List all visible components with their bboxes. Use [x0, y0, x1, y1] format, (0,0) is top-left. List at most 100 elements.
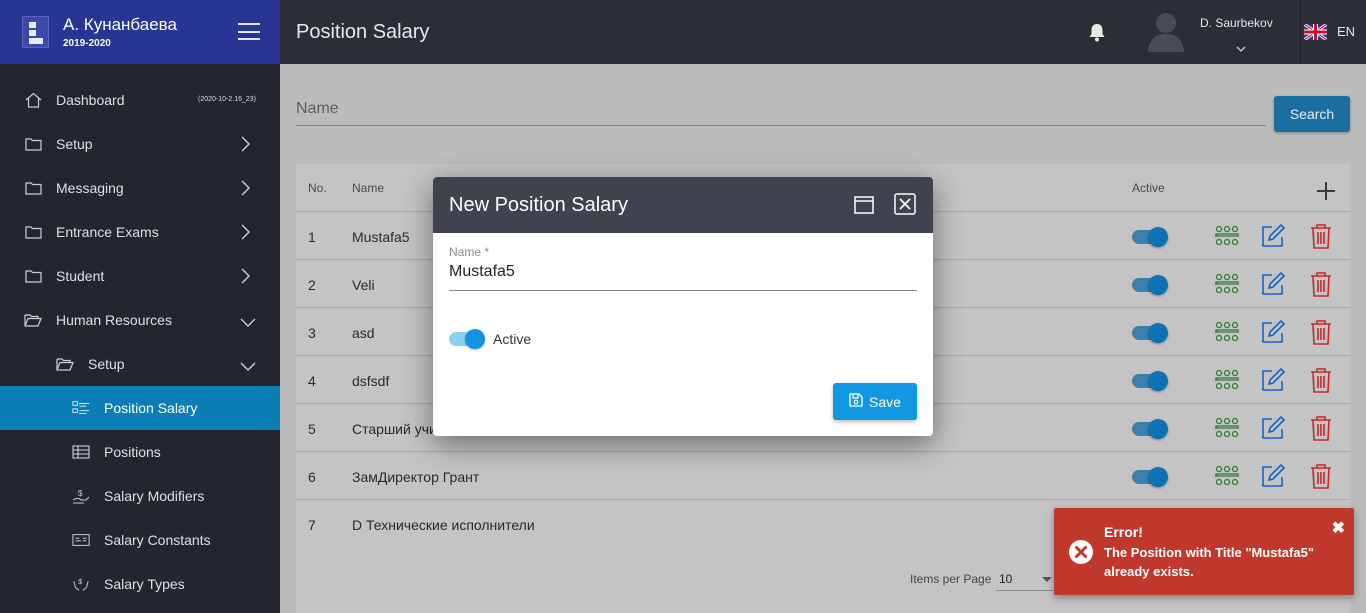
uk-flag-icon[interactable]	[1303, 22, 1328, 42]
sidebar-item-entrance-exams[interactable]: Entrance Exams	[0, 210, 280, 254]
delete-icon[interactable]	[1310, 367, 1332, 396]
sidebar-item-hr-setup[interactable]: Setup	[0, 342, 280, 386]
row-number: 2	[308, 277, 316, 293]
sidebar-item-human-resources[interactable]: Human Resources	[0, 298, 280, 342]
active-toggle[interactable]	[449, 329, 485, 349]
search-field[interactable]	[296, 94, 1266, 126]
divider	[1300, 0, 1301, 64]
row-number: 4	[308, 373, 316, 389]
people-icon[interactable]	[1214, 271, 1240, 298]
error-toast: Error! The Position with Title "Mustafa5…	[1054, 508, 1354, 595]
hands-icon: $	[72, 576, 90, 592]
active-toggle[interactable]	[1132, 323, 1168, 343]
active-toggle[interactable]	[1132, 419, 1168, 439]
bell-icon[interactable]	[1088, 22, 1106, 47]
sidebar-item-label: Student	[56, 268, 105, 284]
row-name: asd	[352, 325, 375, 341]
people-icon[interactable]	[1214, 415, 1240, 442]
active-toggle[interactable]	[1132, 371, 1168, 391]
sidebar-item-label: Entrance Exams	[56, 224, 159, 240]
search-button[interactable]: Search	[1274, 96, 1350, 132]
sidebar-item-label: Messaging	[56, 180, 124, 196]
sidebar: А. Кунанбаева 2019-2020 Dashboard (2020-…	[0, 0, 280, 613]
menu-toggle-icon[interactable]	[238, 23, 260, 40]
folder-open-icon	[56, 356, 74, 372]
chevron-down-icon	[240, 358, 256, 374]
active-toggle[interactable]	[1132, 467, 1168, 487]
delete-icon[interactable]	[1310, 319, 1332, 348]
search-input[interactable]	[296, 94, 1266, 124]
row-number: 1	[308, 229, 316, 245]
folder-icon	[24, 180, 42, 196]
delete-icon[interactable]	[1310, 223, 1332, 252]
dialog-title: New Position Salary	[449, 194, 628, 216]
logo-icon	[22, 16, 49, 48]
edit-icon[interactable]	[1260, 223, 1286, 252]
column-header-name[interactable]: Name	[352, 181, 384, 195]
delete-icon[interactable]	[1310, 463, 1332, 492]
sidebar-item-label: Position Salary	[104, 400, 198, 416]
active-toggle[interactable]	[1132, 227, 1168, 247]
row-name: dsfsdf	[352, 373, 390, 389]
sidebar-item-messaging[interactable]: Messaging	[0, 166, 280, 210]
folder-icon	[24, 268, 42, 284]
edit-icon[interactable]	[1260, 463, 1286, 492]
close-icon[interactable]	[894, 193, 916, 220]
table-row: 6 ЗамДиректор Грант	[296, 452, 1350, 500]
list-icon	[72, 400, 90, 416]
name-field[interactable]: Name * Mustafa5	[449, 245, 917, 291]
column-header-active: Active	[1132, 181, 1165, 195]
edit-icon[interactable]	[1260, 367, 1286, 396]
language-selector[interactable]: EN	[1337, 24, 1355, 39]
delete-icon[interactable]	[1310, 271, 1332, 300]
people-icon[interactable]	[1214, 463, 1240, 490]
sidebar-item-salary-constants[interactable]: Salary Constants	[0, 518, 280, 562]
sidebar-item-label: Salary Types	[104, 576, 185, 592]
dialog-header: New Position Salary	[433, 177, 933, 233]
sidebar-item-salary-modifiers[interactable]: $ Salary Modifiers	[0, 474, 280, 518]
caret-down-icon	[1042, 577, 1052, 582]
chevron-down-icon[interactable]	[1236, 40, 1246, 58]
toast-message: The Position with Title "Mustafa5" alrea…	[1104, 545, 1314, 579]
sidebar-item-salary-types[interactable]: $ Salary Types	[0, 562, 280, 606]
sidebar-item-setup[interactable]: Setup	[0, 122, 280, 166]
svg-text:$: $	[78, 577, 82, 586]
items-per-page-select[interactable]: 10	[996, 569, 1056, 591]
edit-icon[interactable]	[1260, 319, 1286, 348]
username[interactable]: D. Saurbekov	[1200, 16, 1273, 30]
row-name: Mustafa5	[352, 229, 410, 245]
people-icon[interactable]	[1214, 319, 1240, 346]
folder-open-icon	[24, 312, 42, 328]
sidebar-item-position-salary[interactable]: Position Salary	[0, 386, 280, 430]
add-icon[interactable]	[1316, 181, 1336, 204]
name-field-value[interactable]: Mustafa5	[449, 263, 917, 281]
name-field-label: Name *	[449, 245, 490, 259]
home-icon	[24, 92, 42, 108]
people-icon[interactable]	[1214, 223, 1240, 250]
edit-icon[interactable]	[1260, 271, 1286, 300]
sidebar-item-dashboard[interactable]: Dashboard (2020-10-2.16_23)	[0, 78, 280, 122]
row-name: D Технические исполнители	[352, 517, 535, 533]
chevron-down-icon	[240, 314, 256, 330]
row-number: 3	[308, 325, 316, 341]
sidebar-item-label: Salary Modifiers	[104, 488, 205, 504]
row-number: 5	[308, 421, 316, 437]
sidebar-item-student[interactable]: Student	[0, 254, 280, 298]
people-icon[interactable]	[1214, 367, 1240, 394]
items-per-page-value: 10	[999, 572, 1013, 586]
maximize-icon[interactable]	[854, 196, 874, 219]
delete-icon[interactable]	[1310, 415, 1332, 444]
edit-icon[interactable]	[1260, 415, 1286, 444]
toast-close-button[interactable]: ✖	[1332, 518, 1345, 538]
active-toggle[interactable]	[1132, 275, 1168, 295]
chevron-right-icon	[240, 224, 250, 243]
table-icon	[72, 444, 90, 460]
row-number: 7	[308, 517, 316, 533]
avatar[interactable]	[1146, 10, 1186, 52]
save-button[interactable]: Save	[833, 383, 917, 420]
sidebar-item-label: Salary Constants	[104, 532, 211, 548]
sidebar-item-positions[interactable]: Positions	[0, 430, 280, 474]
chevron-right-icon	[240, 268, 250, 287]
sidebar-item-label: Setup	[56, 136, 93, 152]
chevron-right-icon	[240, 180, 250, 199]
